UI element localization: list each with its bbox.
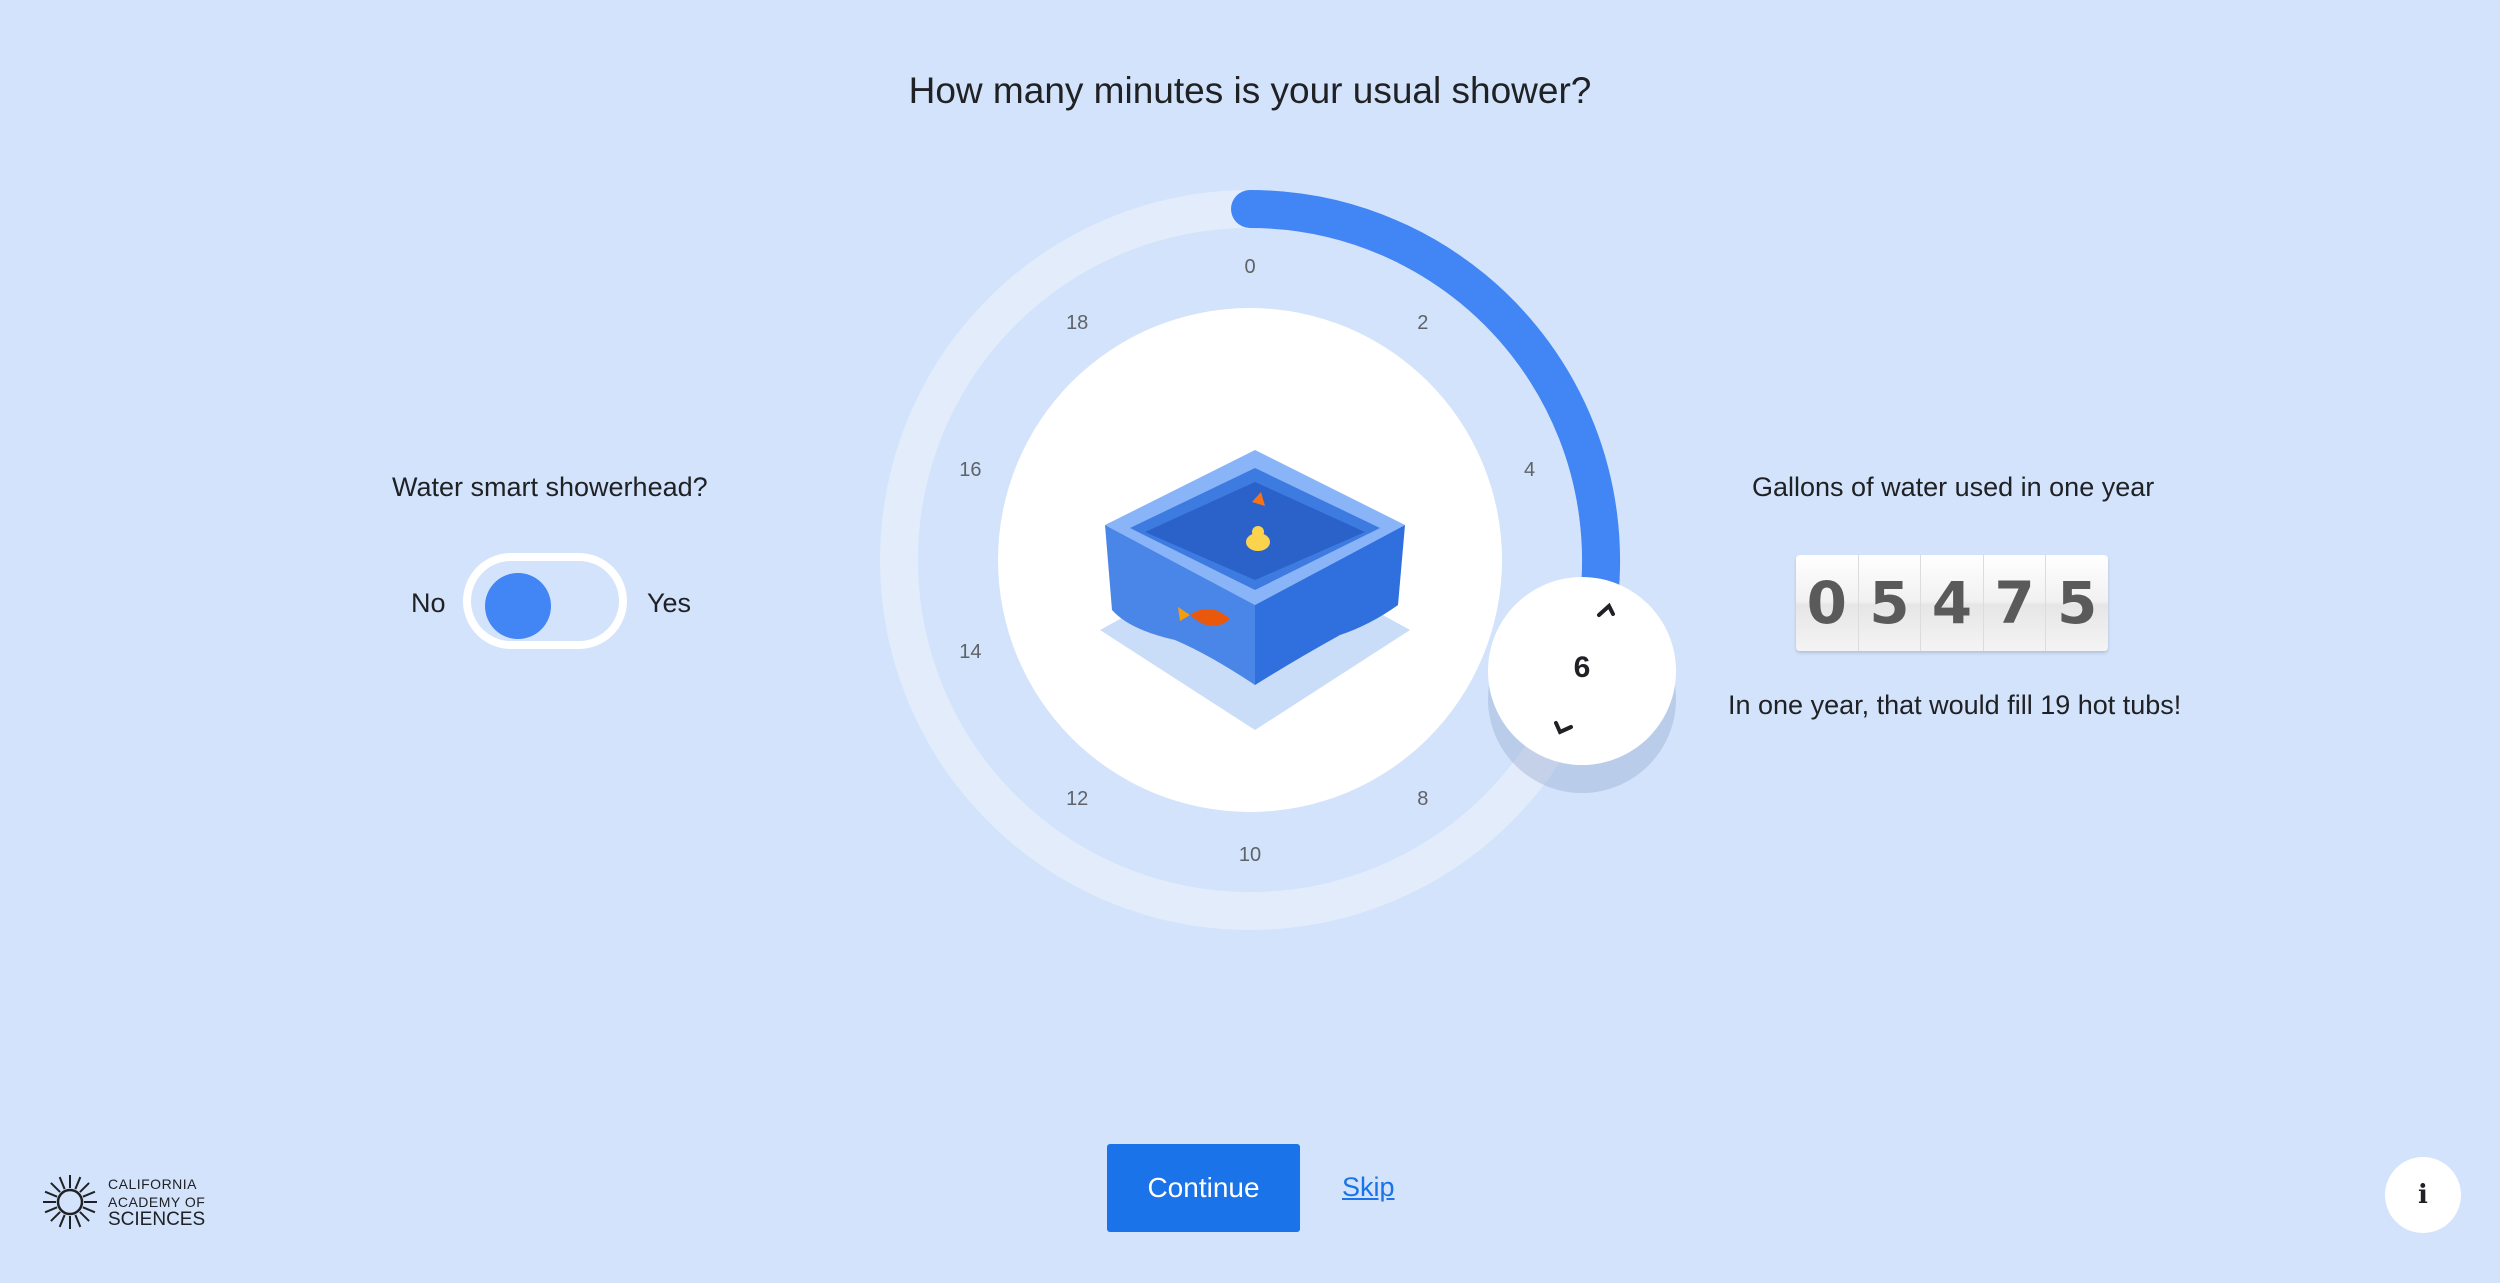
counter-digit: 5	[2046, 555, 2108, 651]
dial-value: 6	[1573, 651, 1591, 684]
gallons-counter: 0 5 4 7 5	[1796, 555, 2108, 651]
toggle-no-label: No	[411, 588, 446, 618]
counter-digit: 7	[1983, 555, 2047, 651]
hot-tubs-summary: In one year, that would fill 19 hot tubs…	[1728, 690, 2182, 720]
info-button[interactable]: i	[2385, 1157, 2461, 1233]
logo-line-1: CALIFORNIA	[108, 1176, 198, 1192]
chevron-down-icon	[1554, 721, 1573, 735]
continue-button[interactable]: Continue	[1107, 1144, 1300, 1232]
dial-tick-label: 0	[1244, 256, 1255, 278]
dial-tick-label: 18	[1066, 312, 1088, 334]
counter-digit: 0	[1796, 555, 1859, 651]
counter-digit: 4	[1921, 555, 1984, 651]
showerhead-toggle[interactable]	[463, 553, 627, 649]
gallons-heading: Gallons of water used in one year	[1752, 472, 2155, 502]
page-question: How many minutes is your usual shower?	[908, 70, 1592, 111]
dial-tick-label: 10	[1239, 844, 1261, 866]
dial-tick-label: 12	[1066, 788, 1088, 810]
dial-tick-label: 16	[959, 459, 981, 481]
hot-tub-illustration	[1100, 450, 1410, 730]
dial-tick-label: 8	[1417, 788, 1428, 810]
logo-line-3: SCIENCES	[108, 1209, 206, 1230]
academy-logo[interactable]: CALIFORNIA ACADEMY OF SCIENCES	[40, 1172, 205, 1232]
sunburst-logo-icon	[43, 1175, 97, 1229]
dial-tick-label: 4	[1524, 459, 1535, 481]
dial-tick-label: 2	[1417, 312, 1428, 334]
skip-link[interactable]: Skip	[1342, 1172, 1395, 1203]
counter-digit: 5	[1858, 555, 1922, 651]
dial-knob[interactable]: 6	[1488, 577, 1676, 765]
dial-tick-label: 14	[959, 641, 981, 663]
showerhead-question: Water smart showerhead?	[392, 472, 708, 502]
chevron-up-icon	[1597, 602, 1615, 617]
info-icon: i	[2418, 1180, 2428, 1210]
toggle-yes-label: Yes	[647, 588, 692, 618]
toggle-knob	[485, 573, 551, 639]
